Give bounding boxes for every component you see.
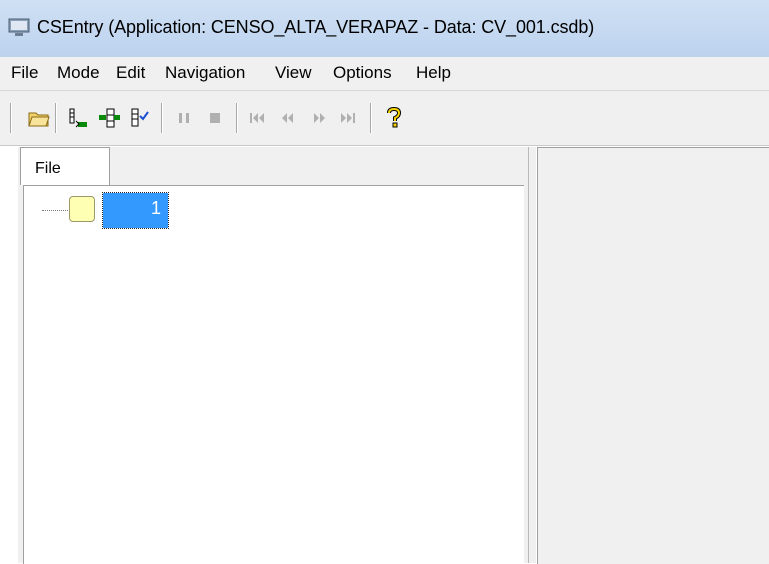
monitor-icon [8,18,30,36]
verify-case-icon[interactable] [126,100,154,136]
next-icon[interactable] [305,100,333,136]
data-entry-panel[interactable] [537,147,769,564]
case-node-icon[interactable] [69,196,95,222]
menu-navigation[interactable]: Navigation [165,63,245,83]
help-icon[interactable] [380,100,408,136]
menu-options[interactable]: Options [333,63,392,83]
tree-node-label[interactable]: 1 [102,192,169,229]
add-case-icon[interactable] [64,100,92,136]
window-title: CSEntry (Application: CENSO_ALTA_VERAPAZ… [37,17,595,37]
pane-splitter[interactable] [529,147,536,563]
toolbar-separator [55,103,56,133]
menu-help[interactable]: Help [416,63,451,83]
toolbar-separator [370,103,371,133]
menu-view[interactable]: View [275,63,312,83]
previous-icon[interactable] [274,100,302,136]
insert-case-icon[interactable] [95,100,123,136]
menu-file[interactable]: File [11,63,38,83]
open-folder-icon[interactable] [25,100,53,136]
stop-icon[interactable] [201,100,229,136]
toolbar-separator [236,103,237,133]
tab-file-label: File [35,160,61,177]
first-icon[interactable] [243,100,271,136]
tree-connector [42,210,68,211]
menu-mode[interactable]: Mode [57,63,100,83]
menu-edit[interactable]: Edit [116,63,145,83]
menu-bar: File Mode Edit Navigation View Options H… [0,57,769,91]
last-icon[interactable] [334,100,362,136]
toolbar-gripper [10,103,11,133]
toolbar-separator [161,103,162,133]
title-bar[interactable]: CSEntry (Application: CENSO_ALTA_VERAPAZ… [0,0,769,57]
case-tree[interactable] [23,185,524,564]
tab-file[interactable]: File [20,147,110,185]
pause-icon[interactable] [170,100,198,136]
